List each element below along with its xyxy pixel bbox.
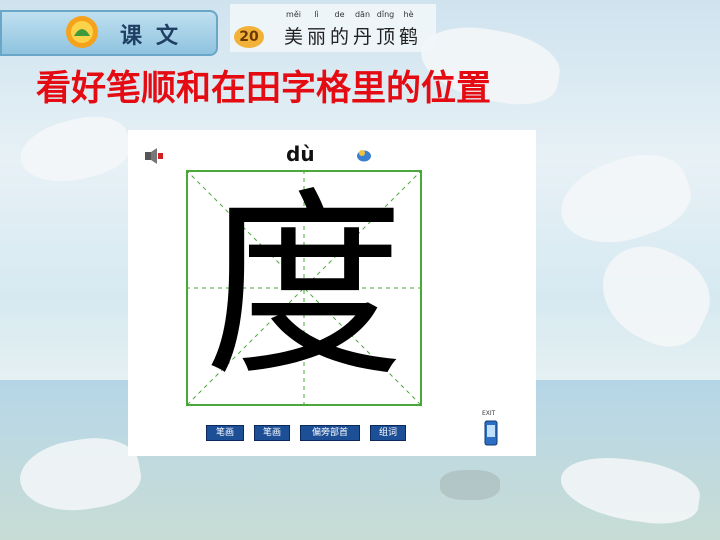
title-char: 的 [329, 26, 349, 48]
title-char: 丽 [306, 26, 326, 48]
pinyin-syllable: dǐng [376, 10, 395, 19]
exit-label: EXIT [482, 410, 496, 417]
badge-label: 课文 [120, 23, 193, 49]
lesson-title: 20 měi lì de dān dǐng hè 美 丽 的 丹 顶 鹤 [230, 4, 436, 52]
pinyin-syllable: hè [403, 10, 414, 19]
pinyin-syllable: měi [286, 10, 301, 19]
exit-icon[interactable] [484, 420, 498, 446]
pinyin-syllable: lì [314, 10, 319, 19]
practice-character: 度 [203, 171, 404, 404]
stroke-order-panel: dù 度 笔画 笔画 偏旁部首 组词 EXIT [128, 130, 536, 456]
title-characters: 美 丽 的 丹 顶 鹤 [282, 22, 420, 49]
control-buttons: 笔画 笔画 偏旁部首 组词 [206, 425, 406, 441]
title-pinyin: měi lì de dān dǐng hè [282, 10, 420, 19]
background-crane [586, 230, 720, 360]
pinyin-syllable: dān [354, 10, 371, 19]
stroke-order-button[interactable]: 笔画 [254, 425, 290, 441]
lesson-number: 20 [234, 26, 264, 48]
title-char: 鹤 [398, 26, 418, 48]
background-crane [550, 140, 700, 260]
lesson-badge: 课文 [0, 10, 218, 56]
sun-flower-icon [66, 16, 98, 48]
word-group-button[interactable]: 组词 [370, 425, 406, 441]
instruction-heading: 看好笔顺和在田字格里的位置 [36, 69, 492, 109]
globe-icon[interactable] [356, 148, 372, 162]
character-pinyin: dù [286, 142, 315, 166]
title-char: 丹 [352, 26, 372, 48]
speaker-icon[interactable] [144, 148, 164, 164]
background-rock [440, 470, 500, 500]
title-char: 顶 [375, 26, 395, 48]
title-char: 美 [283, 26, 303, 48]
stroke-button[interactable]: 笔画 [206, 425, 244, 441]
radical-button[interactable]: 偏旁部首 [300, 425, 360, 441]
background-crane [14, 106, 136, 194]
pinyin-syllable: de [334, 10, 345, 19]
